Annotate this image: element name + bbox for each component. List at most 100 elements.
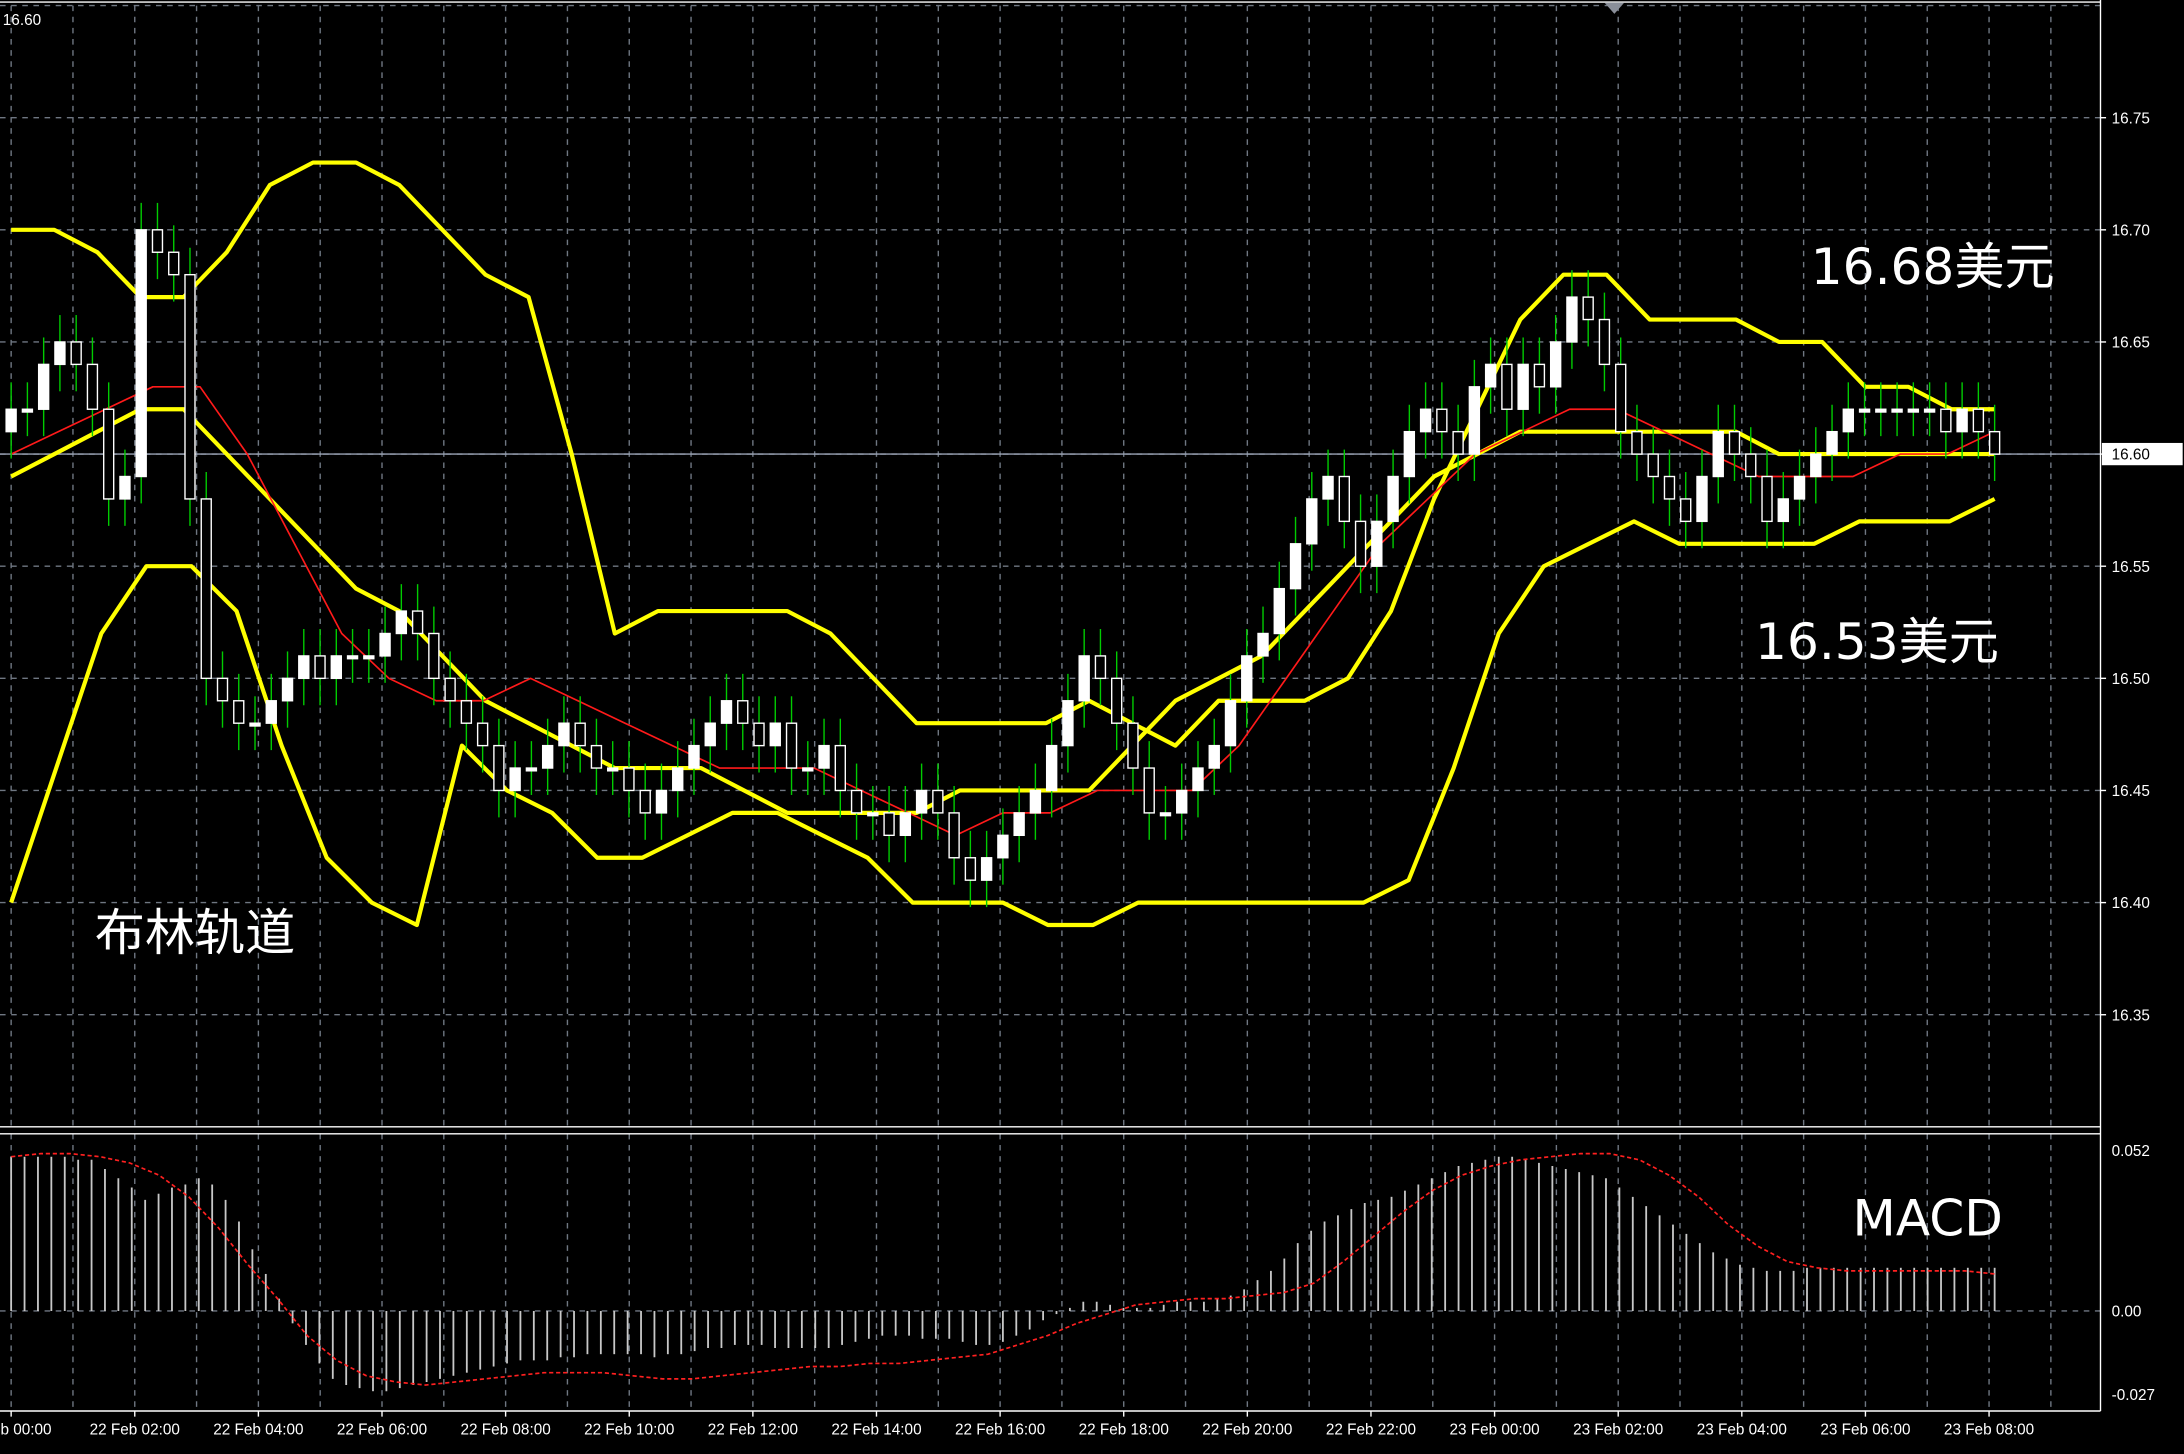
candle-body [428,632,440,680]
candle-body [1842,408,1855,433]
candle [980,830,993,908]
candle [1988,404,2001,481]
candle [168,225,180,302]
candle [1533,337,1546,414]
candle [802,741,814,795]
candle-body [672,767,684,792]
candle [428,606,440,706]
candle [1761,449,1773,549]
candle [346,629,359,683]
candle-body [899,812,912,837]
candle-body [558,722,570,747]
candle [1842,382,1855,459]
macd-tick-label: -0.027 [2112,1387,2155,1404]
candle [1598,292,1611,392]
candle [151,202,164,280]
candle-body [1241,655,1253,702]
candle-body [1988,430,2001,455]
candle-body [1143,767,1155,814]
candle-body [1793,475,1806,500]
candle [395,584,408,661]
candle-body [1728,430,1741,455]
time-tick-label: 23 Feb 08:00 [1944,1422,2034,1439]
candle-body [1224,700,1237,747]
candle [1371,494,1383,594]
candle-body [915,789,928,814]
macd-signal-line [11,1152,1995,1386]
time-tick-label: 22 Feb 18:00 [1079,1422,1169,1439]
macd-annotation: MACD [1852,1190,2003,1249]
candle [21,382,34,437]
candle-body [1127,722,1139,769]
candle-body [233,700,245,724]
candle [363,629,375,683]
candle-body [493,744,505,792]
candle-body [265,700,277,724]
candle-body [1078,655,1090,702]
candle [1663,449,1676,526]
time-tick-label: 22 Feb 02:00 [90,1422,180,1439]
candle [200,472,212,706]
time-tick-label: 22 Feb 16:00 [955,1422,1045,1439]
candle [216,651,229,728]
candle-body [1110,677,1123,724]
candle-body [1615,363,1627,433]
candle-body [785,722,798,769]
candle-body [346,655,359,660]
candle [493,718,505,818]
candle [1858,382,1871,437]
candle-body [411,610,424,635]
candle-body [1338,475,1351,523]
grid [0,4,2101,1412]
candle [1257,606,1269,683]
candle [1013,785,1025,863]
candle [1078,629,1090,728]
candle [1696,449,1708,549]
candle-body [1549,341,1562,388]
candle [1615,337,1627,459]
macd-tick-label: 0.00 [2112,1304,2142,1321]
candle-body [1159,812,1172,817]
candle-body [834,744,847,792]
time-tick-label: 22 Feb 08:00 [460,1422,550,1439]
candle [1972,382,1985,459]
price-tick-label: 16.35 [2112,1007,2150,1024]
candle [1631,404,1643,481]
candle-body [151,229,164,253]
candle [281,651,294,728]
candle [1826,404,1838,481]
current-price-label: 16.60 [2112,447,2150,464]
candle-body [1013,812,1025,837]
candle-body [753,722,765,747]
candle [265,673,277,751]
candle [769,696,781,773]
candle [1322,449,1334,526]
candle-body [769,722,781,747]
candle [574,696,586,773]
lower-price-annotation: 16.53美元 [1755,614,1999,672]
candle [1452,404,1464,481]
candle [54,315,66,392]
candle [737,673,749,751]
candle-body [1387,475,1399,523]
candle [1045,718,1058,818]
upper-price-annotation: 16.68美元 [1810,239,2055,297]
time-tick-label: 23 Feb 02:00 [1573,1422,1663,1439]
candle-body [476,722,489,747]
candle [135,202,147,504]
candle-body [1403,430,1416,478]
candle-body [1029,789,1042,814]
candle [298,629,310,706]
candle [948,785,960,885]
candle [1712,404,1724,504]
candle-body [606,767,619,772]
price-tick-label: 16.45 [2112,783,2150,800]
candle [233,673,245,751]
candle-body [574,722,586,747]
candle-body [444,677,456,702]
candle [606,741,619,795]
candle [1338,449,1351,549]
candle-body [1647,453,1659,478]
candle [330,629,343,706]
candle [964,830,977,908]
